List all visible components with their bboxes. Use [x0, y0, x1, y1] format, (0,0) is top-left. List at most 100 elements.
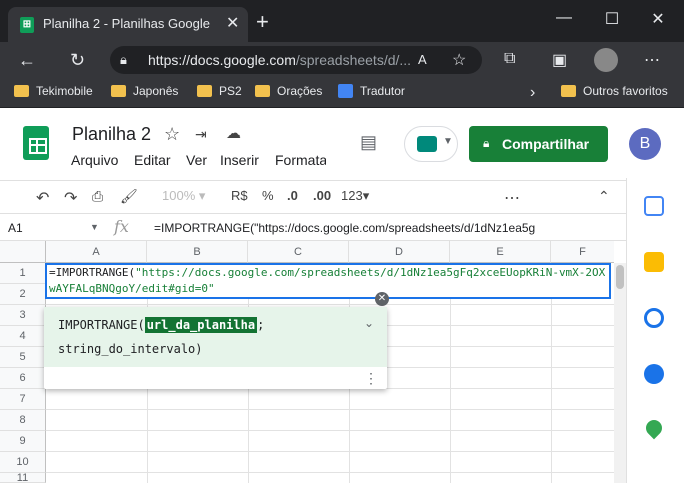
menu-arquivo[interactable]: Arquivo — [71, 152, 118, 168]
decrease-decimal-button[interactable]: .0 — [287, 188, 298, 203]
sheets-logo-icon[interactable] — [23, 126, 49, 160]
more-menu-icon[interactable]: ⋯ — [644, 50, 660, 70]
more-vert-icon[interactable]: ⋮ — [364, 370, 378, 387]
browser-tab[interactable]: ⊞ Planilha 2 - Planilhas Google ✕ — [8, 7, 248, 42]
star-icon[interactable]: ☆ — [164, 124, 180, 145]
collapse-toolbar-icon[interactable]: ⌃ — [598, 188, 610, 205]
bookmark-label: Outros favoritos — [583, 84, 668, 98]
translate-icon — [338, 84, 353, 98]
row-header-9[interactable]: 9 — [0, 431, 46, 452]
formula-function: =IMPORTRANGE( — [49, 266, 136, 279]
bookmark-label: Orações — [277, 84, 323, 98]
row-header-3[interactable]: 3 — [0, 305, 46, 326]
name-box[interactable]: A1 — [8, 221, 23, 235]
profile-avatar[interactable] — [594, 48, 618, 72]
cell-editor-text[interactable]: =IMPORTRANGE("https://docs.google.com/sp… — [49, 265, 609, 297]
calendar-icon[interactable] — [644, 196, 664, 216]
bookmark-label: Tradutor — [360, 84, 405, 98]
back-icon[interactable]: ← — [18, 50, 36, 71]
bookmark-tradutor[interactable]: Tradutor — [338, 84, 405, 98]
row-header-4[interactable]: 4 — [0, 326, 46, 347]
folder-icon — [111, 85, 126, 97]
favorite-icon[interactable]: ☆ — [452, 50, 466, 70]
keep-icon[interactable] — [644, 252, 664, 272]
lock-icon[interactable]: 🔒︎ — [120, 52, 127, 68]
format-select[interactable]: 123▾ — [341, 188, 369, 204]
minimize-icon[interactable]: — — [544, 9, 584, 27]
argument-separator: ; — [257, 318, 265, 332]
tab-title: Planilha 2 - Planilhas Google — [43, 16, 210, 31]
gridline — [46, 430, 614, 431]
comments-icon[interactable]: ▤ — [360, 132, 377, 153]
meet-icon — [417, 136, 437, 152]
scrollbar-thumb[interactable] — [616, 265, 624, 289]
document-title[interactable]: Planilha 2 — [72, 124, 151, 145]
folder-icon — [255, 85, 270, 97]
menu-editar[interactable]: Editar — [134, 152, 171, 168]
formula-input[interactable]: =IMPORTRANGE("https://docs.google.com/sp… — [154, 221, 594, 235]
maximize-icon[interactable]: ☐ — [592, 9, 632, 29]
format-value: 123 — [341, 188, 363, 203]
percent-button[interactable]: % — [262, 188, 274, 203]
row-header-8[interactable]: 8 — [0, 410, 46, 431]
bookmark-oracoes[interactable]: Orações — [255, 84, 322, 98]
current-argument: url_da_planilha — [144, 317, 258, 333]
read-aloud-icon[interactable]: A — [418, 52, 427, 67]
more-tools-icon[interactable]: ⋯ — [504, 188, 520, 208]
extensions-icon[interactable]: ⧉ — [504, 50, 515, 68]
function-name: IMPORTRANGE( — [58, 318, 145, 332]
column-header-d[interactable]: D — [349, 241, 450, 263]
chevron-down-icon[interactable]: ⌄ — [364, 316, 374, 330]
cloud-status-icon[interactable]: ☁ — [226, 124, 241, 142]
column-header-b[interactable]: B — [147, 241, 248, 263]
bookmarks-more-icon[interactable]: › — [530, 84, 535, 102]
menu-inserir[interactable]: Inserir — [220, 152, 259, 168]
folder-icon — [14, 85, 29, 97]
menu-ver[interactable]: Ver — [186, 152, 207, 168]
column-header-c[interactable]: C — [248, 241, 349, 263]
row-header-2[interactable]: 2 — [0, 284, 46, 305]
bookmark-other-favorites[interactable]: Outros favoritos — [561, 84, 668, 98]
paint-format-icon[interactable]: 🖌︎ — [120, 188, 138, 205]
new-tab-icon[interactable]: + — [256, 11, 269, 33]
vertical-scrollbar[interactable] — [614, 263, 626, 483]
gridline — [46, 409, 614, 410]
bookmark-tekimobile[interactable]: Tekimobile — [14, 84, 93, 98]
row-header-10[interactable]: 10 — [0, 452, 46, 473]
row-header-7[interactable]: 7 — [0, 389, 46, 410]
fx-icon: fx — [114, 217, 129, 236]
lock-icon: 🔒︎ — [483, 136, 490, 150]
print-icon[interactable]: ⎙ — [92, 188, 103, 205]
close-window-icon[interactable]: ✕ — [638, 9, 678, 29]
zoom-select[interactable]: 100% ▾ — [162, 188, 205, 204]
folder-icon — [561, 85, 576, 97]
currency-button[interactable]: R$ — [231, 188, 248, 203]
gridline — [46, 472, 614, 473]
chevron-down-icon[interactable]: ▼ — [90, 222, 99, 232]
row-header-6[interactable]: 6 — [0, 368, 46, 389]
increase-decimal-button[interactable]: .00 — [313, 188, 331, 203]
tasks-icon[interactable] — [644, 308, 664, 328]
column-header-f[interactable]: F — [551, 241, 614, 263]
row-header-11[interactable]: 11 — [0, 473, 46, 483]
select-all-corner[interactable] — [0, 241, 46, 263]
function-help-header — [44, 307, 387, 367]
avatar[interactable]: B — [629, 128, 661, 160]
close-icon[interactable]: ✕ — [375, 292, 389, 306]
bookmark-ps2[interactable]: PS2 — [197, 84, 242, 98]
redo-icon[interactable]: ↷ — [64, 188, 77, 208]
gridline — [46, 451, 614, 452]
menu-formatar[interactable]: Formata — [275, 152, 326, 168]
close-tab-icon[interactable]: ✕ — [226, 13, 239, 33]
row-header-1[interactable]: 1 — [0, 263, 46, 284]
undo-icon[interactable]: ↶ — [36, 188, 49, 208]
move-folder-icon[interactable]: ⇥ — [195, 126, 207, 143]
column-header-a[interactable]: A — [46, 241, 147, 263]
column-header-e[interactable]: E — [450, 241, 551, 263]
refresh-icon[interactable]: ↻ — [70, 50, 85, 71]
collections-icon[interactable]: ▣ — [552, 50, 567, 70]
contacts-icon[interactable] — [644, 364, 664, 384]
meet-button[interactable]: ▼ — [404, 126, 458, 162]
row-header-5[interactable]: 5 — [0, 347, 46, 368]
bookmark-japones[interactable]: Japonês — [111, 84, 178, 98]
